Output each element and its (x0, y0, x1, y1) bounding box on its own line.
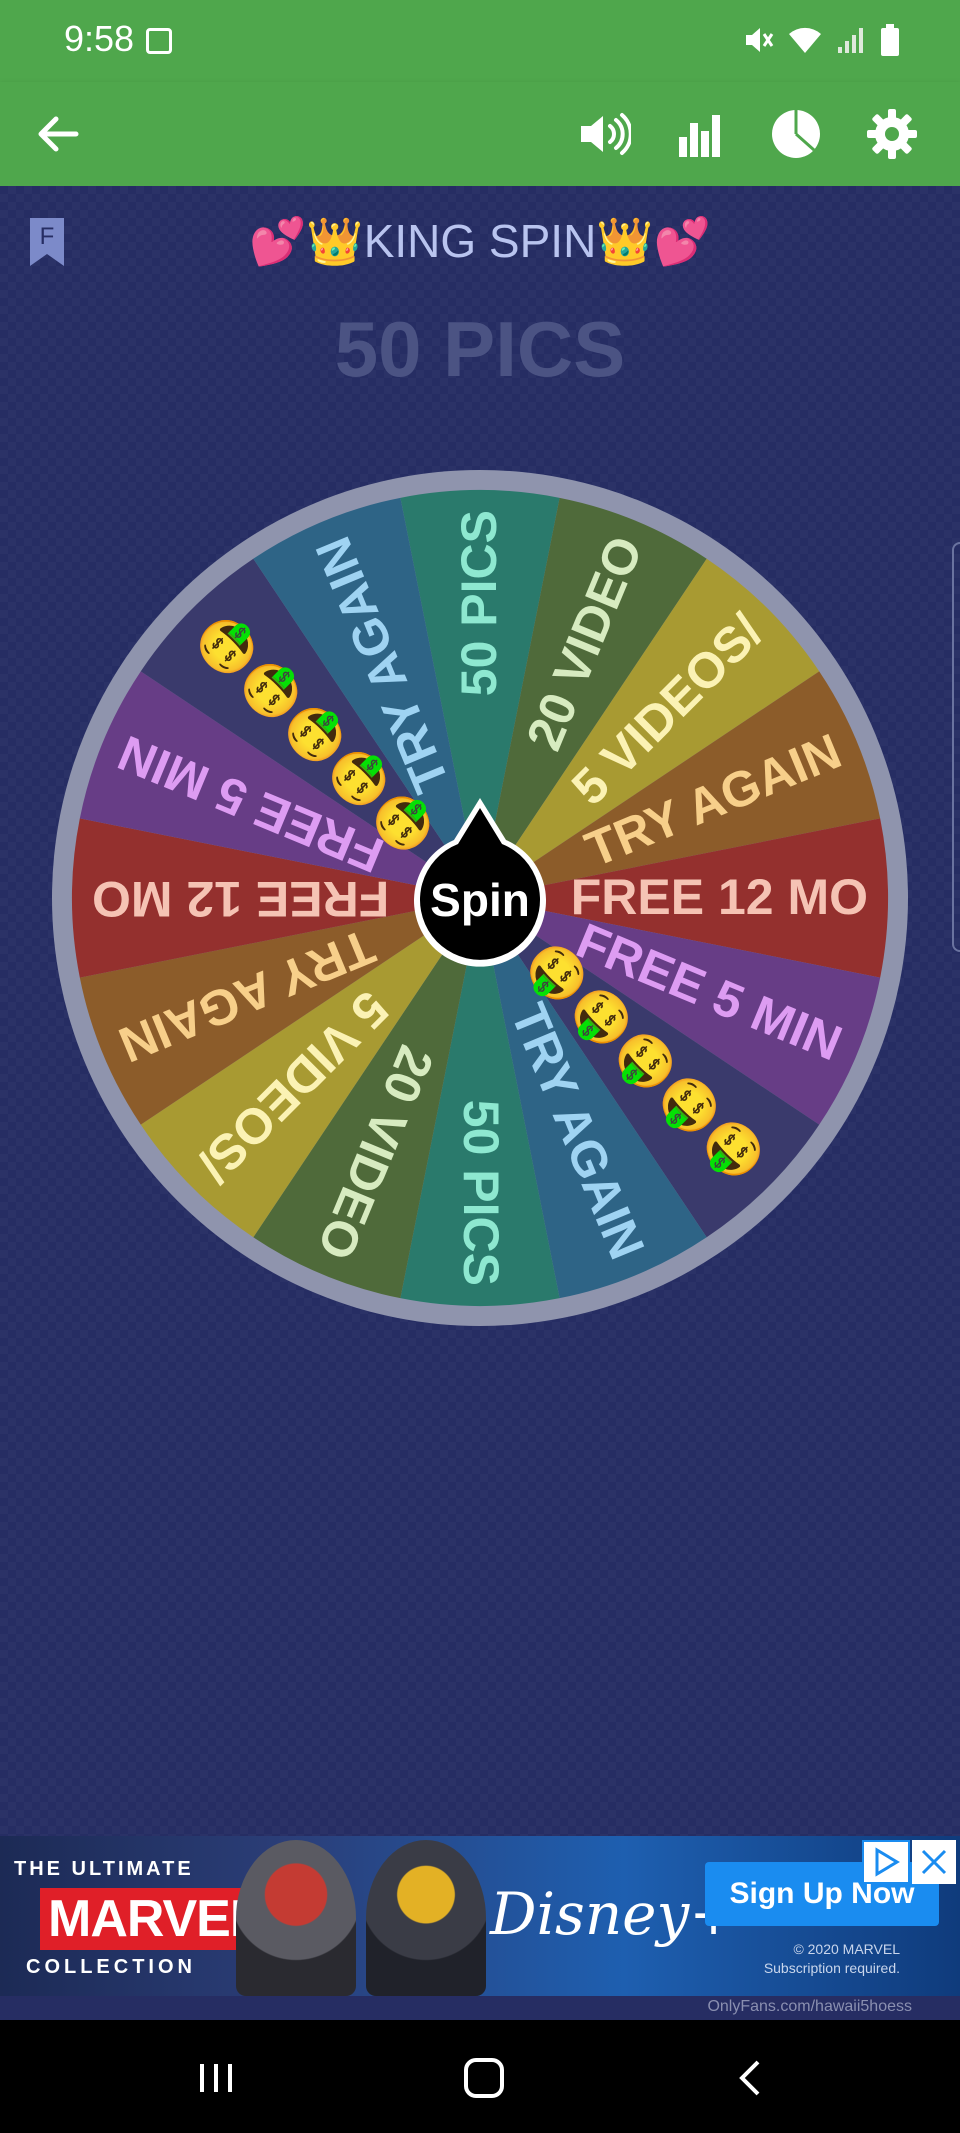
wifi-icon (789, 27, 821, 53)
wheel-graphic: 50 PICS 20 VIDEO5 VIDEOS/TRY AGAINFREE 12… (52, 470, 908, 1326)
back-arrow-icon (38, 116, 79, 152)
battery-icon (881, 24, 899, 56)
watermark-text: OnlyFans.com/hawaii5hoess (707, 1998, 912, 2015)
settings-button[interactable] (862, 104, 922, 164)
ad-hero-image (366, 1840, 486, 1996)
ad-collection-text: COLLECTION (26, 1956, 196, 1978)
back-icon (739, 2060, 760, 2096)
ad-copyright-line: © 2020 MARVEL (793, 1941, 900, 1957)
status-bar: 9:58 (0, 0, 960, 82)
mute-icon (746, 28, 774, 52)
system-nav-bar (0, 2020, 960, 2133)
spin-label: Spin (430, 874, 530, 926)
watermark-strip: OnlyFans.com/hawaii5hoess (0, 1996, 960, 2020)
wheel-slice-label: FREE 12 MO (92, 871, 389, 927)
ad-copyright: © 2020 MARVEL Subscription required. (730, 1940, 900, 1978)
wheel-title: 💕👑KING SPIN👑💕 (249, 215, 711, 267)
ad-banner[interactable]: THE ULTIMATE MARVEL COLLECTION Disney+ S… (0, 1836, 960, 1996)
wheel-slice-label: 50 PICS (451, 510, 507, 696)
wheel-screen: F 💕👑KING SPIN👑💕 50 PICS 50 PICS 20 VIDEO 5… (0, 186, 960, 1836)
status-icons (744, 24, 900, 56)
ad-close-button[interactable] (912, 1840, 956, 1884)
ad-hero-image (236, 1840, 356, 1996)
home-icon (464, 2058, 504, 2098)
bar-chart-icon (679, 115, 720, 157)
app-bar (0, 82, 960, 186)
ad-marvel-logo: MARVEL (40, 1888, 269, 1950)
ad-choices-icon (875, 1847, 900, 1877)
back-nav-button[interactable] (722, 2048, 782, 2108)
status-time: 9:58 (64, 18, 135, 59)
pie-chart-icon (772, 110, 820, 158)
scroll-handle[interactable] (952, 542, 960, 952)
ad-copyright-line: Subscription required. (763, 1960, 900, 1976)
wheel-slice-label: FREE 12 MO (571, 869, 868, 925)
result-text: 50 PICS (334, 305, 626, 393)
home-button[interactable] (454, 2048, 514, 2108)
spin-wheel[interactable]: 50 PICS 20 VIDEO 5 VIDEOS/TRY AGAIN FREE 12… (50, 468, 910, 1328)
ad-choices-button[interactable] (862, 1840, 910, 1884)
recents-icon (200, 2064, 232, 2092)
screenshot-icon (146, 28, 172, 54)
signal-icon (838, 28, 863, 53)
back-button[interactable] (28, 104, 88, 164)
stats-button[interactable] (670, 104, 730, 164)
ad-ultimate-text: THE ULTIMATE (14, 1858, 194, 1880)
settings-gear-icon (867, 109, 917, 159)
pie-chart-button[interactable] (766, 104, 826, 164)
sound-button[interactable] (574, 104, 634, 164)
recents-button[interactable] (186, 2048, 246, 2108)
close-icon (921, 1849, 947, 1875)
volume-icon (581, 113, 631, 155)
wheel-slice-label: 50 PICS (453, 1100, 509, 1286)
ad-disney-logo: Disney+ (490, 1880, 738, 1948)
